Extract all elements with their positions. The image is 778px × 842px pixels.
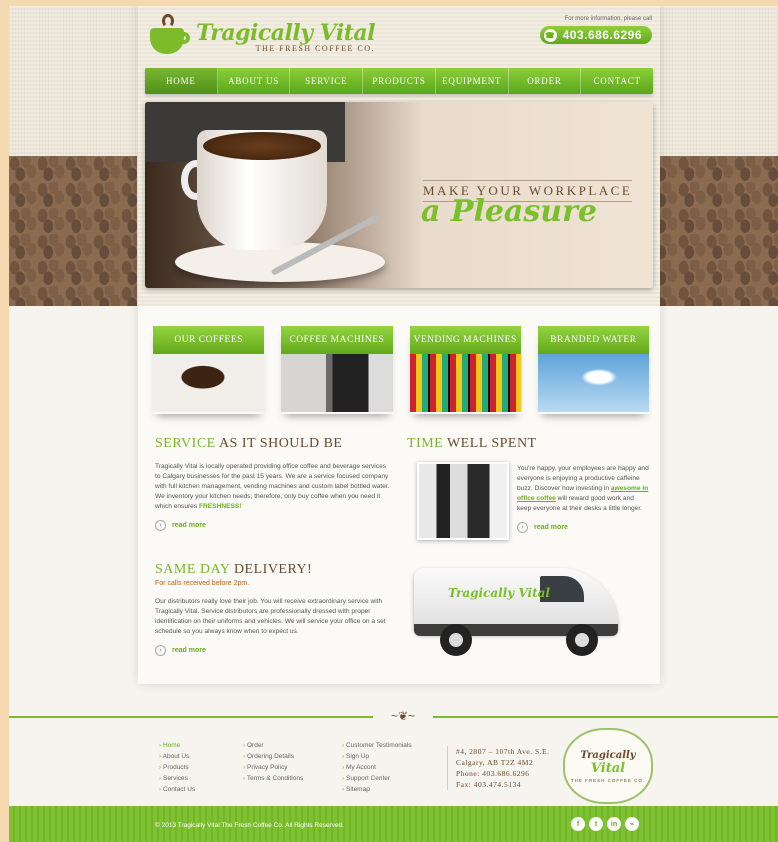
copyright: © 2013 Tragically Vital The Fresh Coffee…: [155, 822, 345, 829]
arrow-circle-icon: ›: [517, 522, 528, 533]
coffee-beans-right: [650, 156, 778, 306]
footer-link[interactable]: Products: [159, 762, 195, 773]
linkedin-icon[interactable]: in: [607, 817, 621, 831]
address-phone: Phone: 403.686.6296: [456, 769, 530, 778]
category-label: Vending Machines: [409, 326, 521, 354]
social-links: f t in ⌁: [571, 817, 639, 831]
delivery-subtitle: For calls received before 2pm.: [155, 580, 250, 587]
phone-button[interactable]: ☎ 403.686.6296: [539, 26, 652, 44]
category-branded-water[interactable]: Branded Water: [537, 326, 649, 414]
time-title: Time well spent: [407, 436, 537, 451]
machine-image: [281, 354, 393, 412]
nav-home[interactable]: HOME: [145, 68, 218, 94]
category-tiles: Our Coffees Coffee Machines Vending Mach…: [153, 326, 649, 414]
site-footer: Home About Us Products Services Contact …: [9, 718, 778, 806]
hero-banner: Make your workplace a Pleasure: [145, 102, 653, 288]
rss-icon[interactable]: ⌁: [625, 817, 639, 831]
footer-link[interactable]: Order: [243, 740, 303, 751]
service-section: Service as it should be Tragically Vital…: [155, 436, 391, 531]
hero-coffee: [203, 132, 321, 160]
meeting-photo: [417, 462, 509, 540]
address-line: #4, 2807 – 107th Ave. S.E.: [456, 747, 550, 756]
coffee-beans-left: [9, 156, 137, 306]
arrow-circle-icon: ›: [155, 645, 166, 656]
address-fax: Fax: 403.474.5134: [456, 780, 521, 789]
address-line: Calgary, AB T2Z 4M2: [456, 758, 534, 767]
footer-link[interactable]: About Us: [159, 751, 195, 762]
water-image: [537, 354, 649, 412]
service-title: Service as it should be: [155, 436, 343, 451]
site-header: Tragically Vital THE FRESH COFFEE CO. Fo…: [138, 6, 660, 306]
badge-text: Tragically: [580, 749, 636, 761]
category-label: Coffee Machines: [281, 326, 393, 354]
phone-box: For more information, please call ☎ 403.…: [539, 16, 652, 44]
category-label: Our Coffees: [153, 326, 265, 354]
badge-text: THE FRESH COFFEE CO.: [570, 777, 646, 783]
footer-col-3: Customer Testimonials Sign Up My Accont …: [342, 740, 412, 795]
category-vending-machines[interactable]: Vending Machines: [409, 326, 521, 414]
coffee-cup-icon: [148, 14, 192, 58]
footer-link[interactable]: Contact Us: [159, 784, 195, 795]
delivery-read-more[interactable]: › read more: [155, 645, 391, 656]
service-body: Tragically Vital is locally operated pro…: [155, 463, 390, 510]
van-wheel: [440, 624, 472, 656]
footer-col-2: Order Ordering Details Privacy Policy Te…: [243, 740, 303, 784]
time-text: You're happy, your employees are happy a…: [517, 464, 649, 533]
page-frame: Tragically Vital THE FRESH COFFEE CO. Fo…: [9, 6, 778, 842]
delivery-title: Same day delivery!: [155, 562, 313, 577]
van-wheel: [566, 624, 598, 656]
delivery-section: Same day delivery! For calls received be…: [155, 562, 391, 656]
service-read-more[interactable]: › read more: [155, 520, 391, 531]
footer-address: #4, 2807 – 107th Ave. S.E. Calgary, AB T…: [447, 746, 550, 790]
footer-link[interactable]: Ordering Details: [243, 751, 303, 762]
footer-link[interactable]: Customer Testimonials: [342, 740, 412, 751]
category-our-coffees[interactable]: Our Coffees: [153, 326, 265, 414]
time-read-more[interactable]: › read more: [517, 522, 649, 533]
delivery-van: Tragically Vital: [414, 568, 624, 662]
twitter-icon[interactable]: t: [589, 817, 603, 831]
coffee-image: [153, 354, 265, 412]
main-nav: HOME ABOUT US SERVICE PRODUCTS EQUIPMENT…: [145, 68, 653, 94]
nav-about-us[interactable]: ABOUT US: [218, 68, 291, 94]
category-coffee-machines[interactable]: Coffee Machines: [281, 326, 393, 414]
footer-col-1: Home About Us Products Services Contact …: [159, 740, 196, 795]
logo-name: Tragically Vital: [196, 19, 375, 46]
footer-link[interactable]: Privacy Policy: [243, 762, 303, 773]
nav-order[interactable]: ORDER: [509, 68, 582, 94]
site-logo[interactable]: Tragically Vital THE FRESH COFFEE CO.: [148, 14, 375, 58]
footer-link[interactable]: My Accont: [342, 762, 412, 773]
arrow-circle-icon: ›: [155, 520, 166, 531]
contact-note: For more information, please call: [564, 16, 652, 22]
time-body: You're happy, your employees are happy a…: [517, 465, 649, 512]
time-section: Time well spent: [407, 436, 647, 452]
vending-image: [409, 354, 521, 412]
footer-logo-badge: Tragically Vital THE FRESH COFFEE CO.: [563, 728, 653, 804]
delivery-body: Our distributors really love their job. …: [155, 598, 386, 635]
nav-products[interactable]: PRODUCTS: [363, 68, 436, 94]
nav-service[interactable]: SERVICE: [290, 68, 364, 94]
phone-number: 403.686.6296: [562, 28, 642, 42]
coffee-bean-ornament-icon: ~❦~: [373, 706, 433, 726]
footer-link[interactable]: Sitemap: [342, 784, 412, 795]
category-label: Branded Water: [537, 326, 649, 354]
van-logo: Tragically Vital: [448, 586, 550, 600]
footer-link[interactable]: Support Center: [342, 773, 412, 784]
nav-contact[interactable]: CONTACT: [581, 68, 653, 94]
footer-link[interactable]: Terms & Conditions: [243, 773, 303, 784]
badge-text: Vital: [590, 760, 626, 776]
phone-icon: ☎: [543, 28, 557, 42]
bottom-bar: © 2013 Tragically Vital The Fresh Coffee…: [9, 806, 778, 842]
footer-link[interactable]: Sign Up: [342, 751, 412, 762]
footer-link[interactable]: Services: [159, 773, 195, 784]
nav-equipment[interactable]: EQUIPMENT: [436, 68, 509, 94]
facebook-icon[interactable]: f: [571, 817, 585, 831]
footer-link[interactable]: Home: [159, 740, 195, 751]
hero-line2: a Pleasure: [421, 194, 597, 229]
